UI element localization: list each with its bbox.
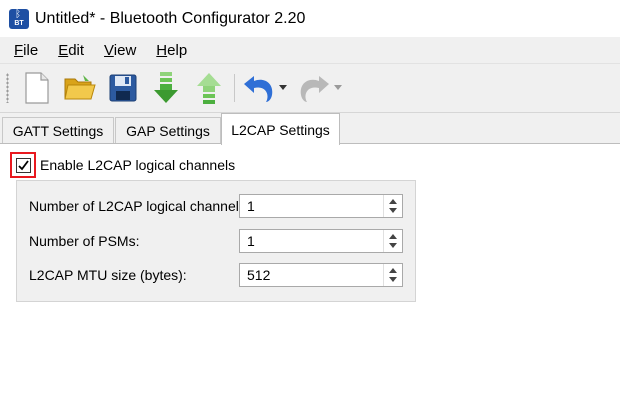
l2cap-fields-group: Number of L2CAP logical channels: 1 Numb…: [16, 180, 416, 302]
chevron-down-icon: [334, 85, 342, 90]
open-folder-icon: [64, 75, 96, 100]
menu-edit[interactable]: Edit: [48, 42, 94, 59]
title-bar: ᛒ BT Untitled* - Bluetooth Configurator …: [0, 0, 620, 37]
spin-arrows[interactable]: [383, 230, 402, 252]
redo-icon: [300, 76, 329, 102]
toolbar-grip-handle[interactable]: [6, 73, 9, 103]
spin-up-down-icon: [389, 199, 397, 213]
menu-bar: File Edit View Help: [0, 37, 620, 63]
enable-l2cap-row: Enable L2CAP logical channels: [10, 152, 235, 178]
mtu-size-spinbox[interactable]: 512: [239, 263, 403, 287]
focus-highlight: [10, 152, 36, 178]
enable-l2cap-label[interactable]: Enable L2CAP logical channels: [40, 157, 235, 173]
new-file-icon: [25, 72, 49, 104]
psms-row: Number of PSMs:: [29, 233, 139, 249]
mtu-size-label: L2CAP MTU size (bytes):: [29, 267, 187, 283]
menu-help[interactable]: Help: [146, 42, 197, 59]
redo-button[interactable]: [296, 70, 332, 106]
export-up-arrow-icon: [197, 73, 221, 104]
psms-value[interactable]: 1: [240, 233, 383, 249]
mtu-size-value[interactable]: 512: [240, 267, 383, 283]
chevron-down-icon: [279, 85, 287, 90]
import-button[interactable]: [148, 70, 184, 106]
menu-view[interactable]: View: [94, 42, 146, 59]
l2cap-channels-row: Number of L2CAP logical channels:: [29, 198, 250, 214]
l2cap-channels-value[interactable]: 1: [240, 198, 383, 214]
menu-file[interactable]: File: [0, 42, 48, 59]
open-button[interactable]: [62, 70, 98, 106]
export-button[interactable]: [191, 70, 227, 106]
psms-label: Number of PSMs:: [29, 233, 140, 249]
tab-bar: GATT Settings GAP Settings L2CAP Setting…: [0, 112, 620, 145]
tab-l2cap-settings[interactable]: L2CAP Settings: [221, 113, 340, 145]
tab-gap-settings[interactable]: GAP Settings: [115, 117, 221, 144]
toolbar-separator: [234, 74, 235, 102]
tab-gatt-settings[interactable]: GATT Settings: [2, 117, 114, 144]
undo-button[interactable]: [241, 70, 277, 106]
save-icon: [109, 74, 137, 102]
import-down-arrow-icon: [154, 72, 178, 103]
l2cap-channels-label: Number of L2CAP logical channels:: [29, 198, 250, 214]
undo-icon: [244, 76, 273, 102]
spin-arrows[interactable]: [383, 264, 402, 286]
window-title: Untitled* - Bluetooth Configurator 2.20: [35, 9, 306, 27]
psms-spinbox[interactable]: 1: [239, 229, 403, 253]
spin-up-down-icon: [389, 234, 397, 248]
checkmark-icon: [17, 159, 29, 170]
save-button[interactable]: [105, 70, 141, 106]
spin-up-down-icon: [389, 268, 397, 282]
toolbar: [0, 63, 620, 113]
undo-dropdown[interactable]: [278, 70, 288, 106]
mtu-size-row: L2CAP MTU size (bytes):: [29, 267, 187, 283]
enable-l2cap-checkbox[interactable]: [15, 157, 31, 173]
redo-dropdown[interactable]: [333, 70, 343, 106]
bluetooth-app-icon: ᛒ BT: [9, 8, 29, 29]
new-file-button[interactable]: [19, 70, 55, 106]
spin-arrows[interactable]: [383, 195, 402, 217]
l2cap-channels-spinbox[interactable]: 1: [239, 194, 403, 218]
